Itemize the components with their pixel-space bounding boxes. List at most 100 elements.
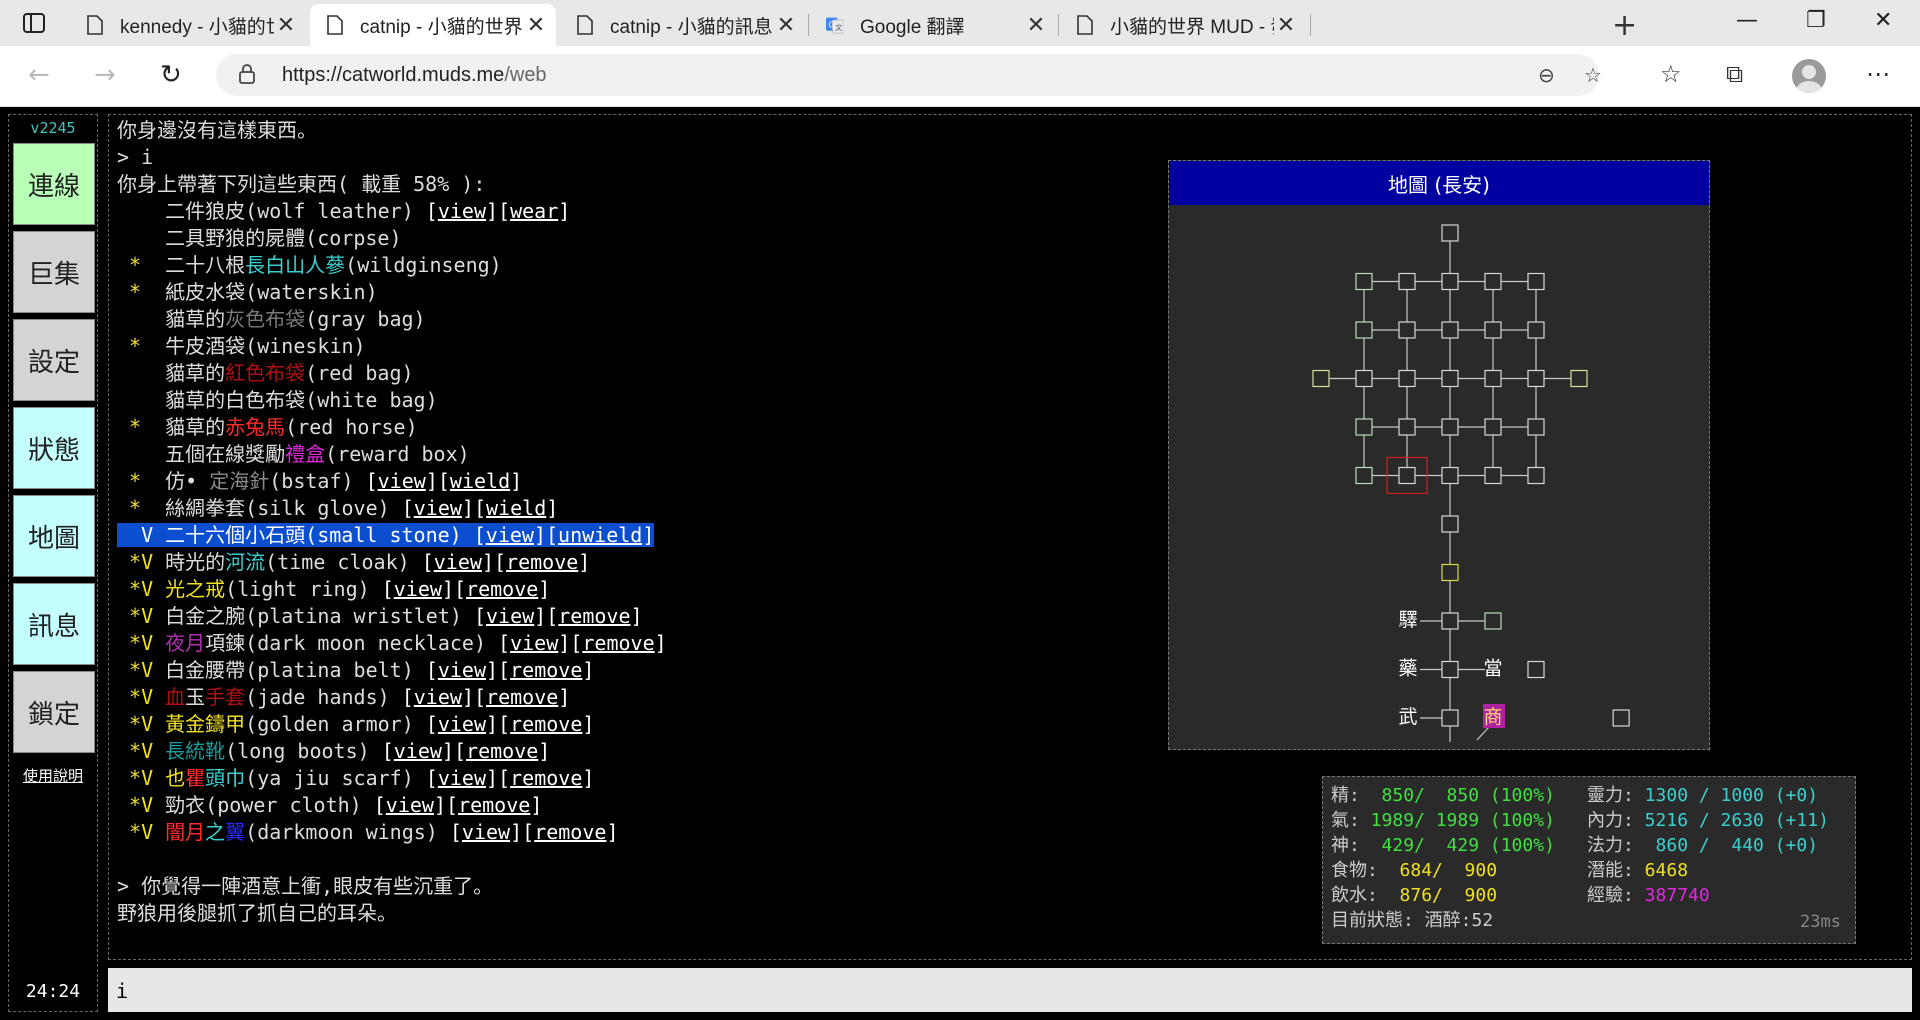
view-link[interactable]: view	[438, 712, 486, 736]
stat-label: 潛能:	[1587, 860, 1634, 881]
view-link[interactable]: view	[414, 496, 462, 520]
wield-link[interactable]: wield	[486, 496, 546, 520]
terminal-text: *	[117, 415, 166, 439]
tab-mud-post[interactable]: 小貓的世界 MUD - 發表新 ✕	[1060, 4, 1306, 46]
terminal-text: 也	[165, 766, 186, 790]
terminal-text: 瞿	[185, 766, 206, 790]
tab-actions-icon[interactable]	[20, 10, 48, 36]
map-room	[1312, 369, 1330, 388]
map-room	[1484, 612, 1502, 630]
terminal-text: *V	[117, 793, 166, 817]
terminal-text: 絲綢拳套(silk glove)	[165, 496, 402, 520]
collections-icon[interactable]: ⧉	[1726, 60, 1743, 88]
unwield-link[interactable]: unwield	[558, 523, 643, 547]
stat-row: 靈力: 1300 / 1000 (+0)	[1587, 783, 1829, 808]
zoom-out-icon[interactable]: ⊖	[1538, 63, 1555, 87]
remove-link[interactable]: remove	[486, 685, 558, 709]
terminal-text: [	[373, 793, 386, 817]
remove-link[interactable]: remove	[466, 739, 538, 763]
terminal-text: ][	[481, 550, 507, 574]
more-menu-icon[interactable]: ⋯	[1866, 60, 1890, 88]
view-link[interactable]: view	[394, 577, 442, 601]
stat-row: 氣: 1989/ 1989 (100%)	[1331, 808, 1555, 833]
url-field[interactable]: https://catworld.muds.me/web ⊖ ☆	[216, 54, 1602, 96]
remove-link[interactable]: remove	[458, 793, 530, 817]
view-link[interactable]: view	[486, 604, 534, 628]
remove-link[interactable]: remove	[510, 766, 582, 790]
tab-google-translate[interactable]: G文 Google 翻譯 ✕	[810, 4, 1056, 46]
add-favorite-icon[interactable]: ☆	[1584, 63, 1602, 87]
remove-link[interactable]: remove	[534, 820, 606, 844]
view-link[interactable]: view	[438, 658, 486, 682]
tab-catnip-messages[interactable]: catnip - 小貓的訊息 ✕	[560, 4, 806, 46]
forward-icon[interactable]: →	[94, 60, 116, 90]
lock-button[interactable]: 鎖定	[13, 671, 95, 753]
wear-link[interactable]: wear	[510, 199, 558, 223]
view-link[interactable]: view	[510, 631, 558, 655]
profile-avatar[interactable]	[1792, 59, 1826, 93]
command-input[interactable]	[114, 976, 1898, 1006]
terminal-text: *V	[117, 604, 166, 628]
view-link[interactable]: view	[485, 523, 534, 547]
connect-button[interactable]: 連線	[13, 143, 95, 225]
view-link[interactable]: view	[378, 469, 426, 493]
terminal-text: 之	[205, 820, 226, 844]
tab-catnip-web[interactable]: catnip - 小貓的世界 WEB ✕	[310, 4, 556, 46]
remove-link[interactable]: remove	[582, 631, 654, 655]
terminal-text: ]	[582, 712, 595, 736]
terminal-line: *V 勁衣(power cloth) [view][remove]	[117, 792, 917, 819]
remove-link[interactable]: remove	[466, 577, 538, 601]
minimize-icon[interactable]: —	[1736, 8, 1758, 33]
view-link[interactable]: view	[438, 199, 486, 223]
favorites-icon[interactable]: ☆	[1660, 60, 1682, 88]
terminal-text: ][	[433, 793, 459, 817]
view-link[interactable]: view	[386, 793, 434, 817]
remove-link[interactable]: remove	[558, 604, 630, 628]
map-button[interactable]: 地圖	[13, 495, 95, 577]
close-icon[interactable]: ✕	[1024, 12, 1048, 38]
stat-value: 684/ 900	[1377, 860, 1498, 881]
terminal-text: 貓草的白色布袋(white bag)	[117, 388, 438, 412]
terminal-text: ]	[582, 766, 595, 790]
map-room	[1355, 466, 1373, 485]
terminal-text: 二十八根	[165, 253, 246, 277]
terminal-text: (reward box)	[325, 442, 470, 466]
view-link[interactable]: view	[462, 820, 510, 844]
remove-link[interactable]: remove	[506, 550, 578, 574]
macro-button[interactable]: 巨集	[13, 231, 95, 313]
view-link[interactable]: view	[394, 739, 442, 763]
terminal-text: [	[401, 685, 414, 709]
status-button[interactable]: 狀態	[13, 407, 95, 489]
terminal-lines: 你身邊沒有這樣東西。 > i 你身上帶著下列這些東西( 載重 58% ): 二件狼皮…	[117, 117, 917, 927]
settings-button[interactable]: 設定	[13, 319, 95, 401]
close-icon[interactable]: ✕	[1274, 12, 1298, 38]
terminal-text: 白金之腕(platina wristlet)	[165, 604, 474, 628]
terminal-text: 你身上帶著下列這些東西( 載重 58% ):	[117, 172, 486, 196]
tab-kennedy[interactable]: kennedy - 小貓的世界 WEB ✕	[70, 4, 306, 46]
help-link[interactable]: 使用說明	[9, 765, 97, 786]
remove-link[interactable]: remove	[510, 658, 582, 682]
restore-icon[interactable]: ❐	[1806, 8, 1826, 33]
map-room	[1398, 369, 1416, 388]
new-tab-icon[interactable]: +	[1612, 8, 1637, 43]
view-link[interactable]: view	[414, 685, 462, 709]
terminal-text: (darkmoon wings)	[245, 820, 450, 844]
message-button[interactable]: 訊息	[13, 583, 95, 665]
close-icon[interactable]: ✕	[774, 12, 798, 38]
stats-left: 精: 850/ 850 (100%) 氣: 1989/ 1989 (100%) 神:…	[1331, 783, 1555, 908]
remove-link[interactable]: remove	[510, 712, 582, 736]
view-link[interactable]: view	[434, 550, 482, 574]
map-room	[1441, 466, 1459, 485]
terminal-text: ]	[630, 604, 643, 628]
map-room	[1527, 321, 1545, 339]
close-icon[interactable]: ✕	[524, 12, 548, 38]
terminal-text: [	[381, 577, 394, 601]
stat-row: 精: 850/ 850 (100%)	[1331, 783, 1555, 808]
refresh-icon[interactable]: ↻	[160, 60, 182, 90]
map-room	[1527, 466, 1545, 485]
close-icon[interactable]: ✕	[274, 12, 298, 38]
close-window-icon[interactable]: ✕	[1874, 8, 1892, 33]
back-icon[interactable]: ←	[28, 60, 50, 90]
view-link[interactable]: view	[438, 766, 486, 790]
wield-link[interactable]: wield	[450, 469, 510, 493]
